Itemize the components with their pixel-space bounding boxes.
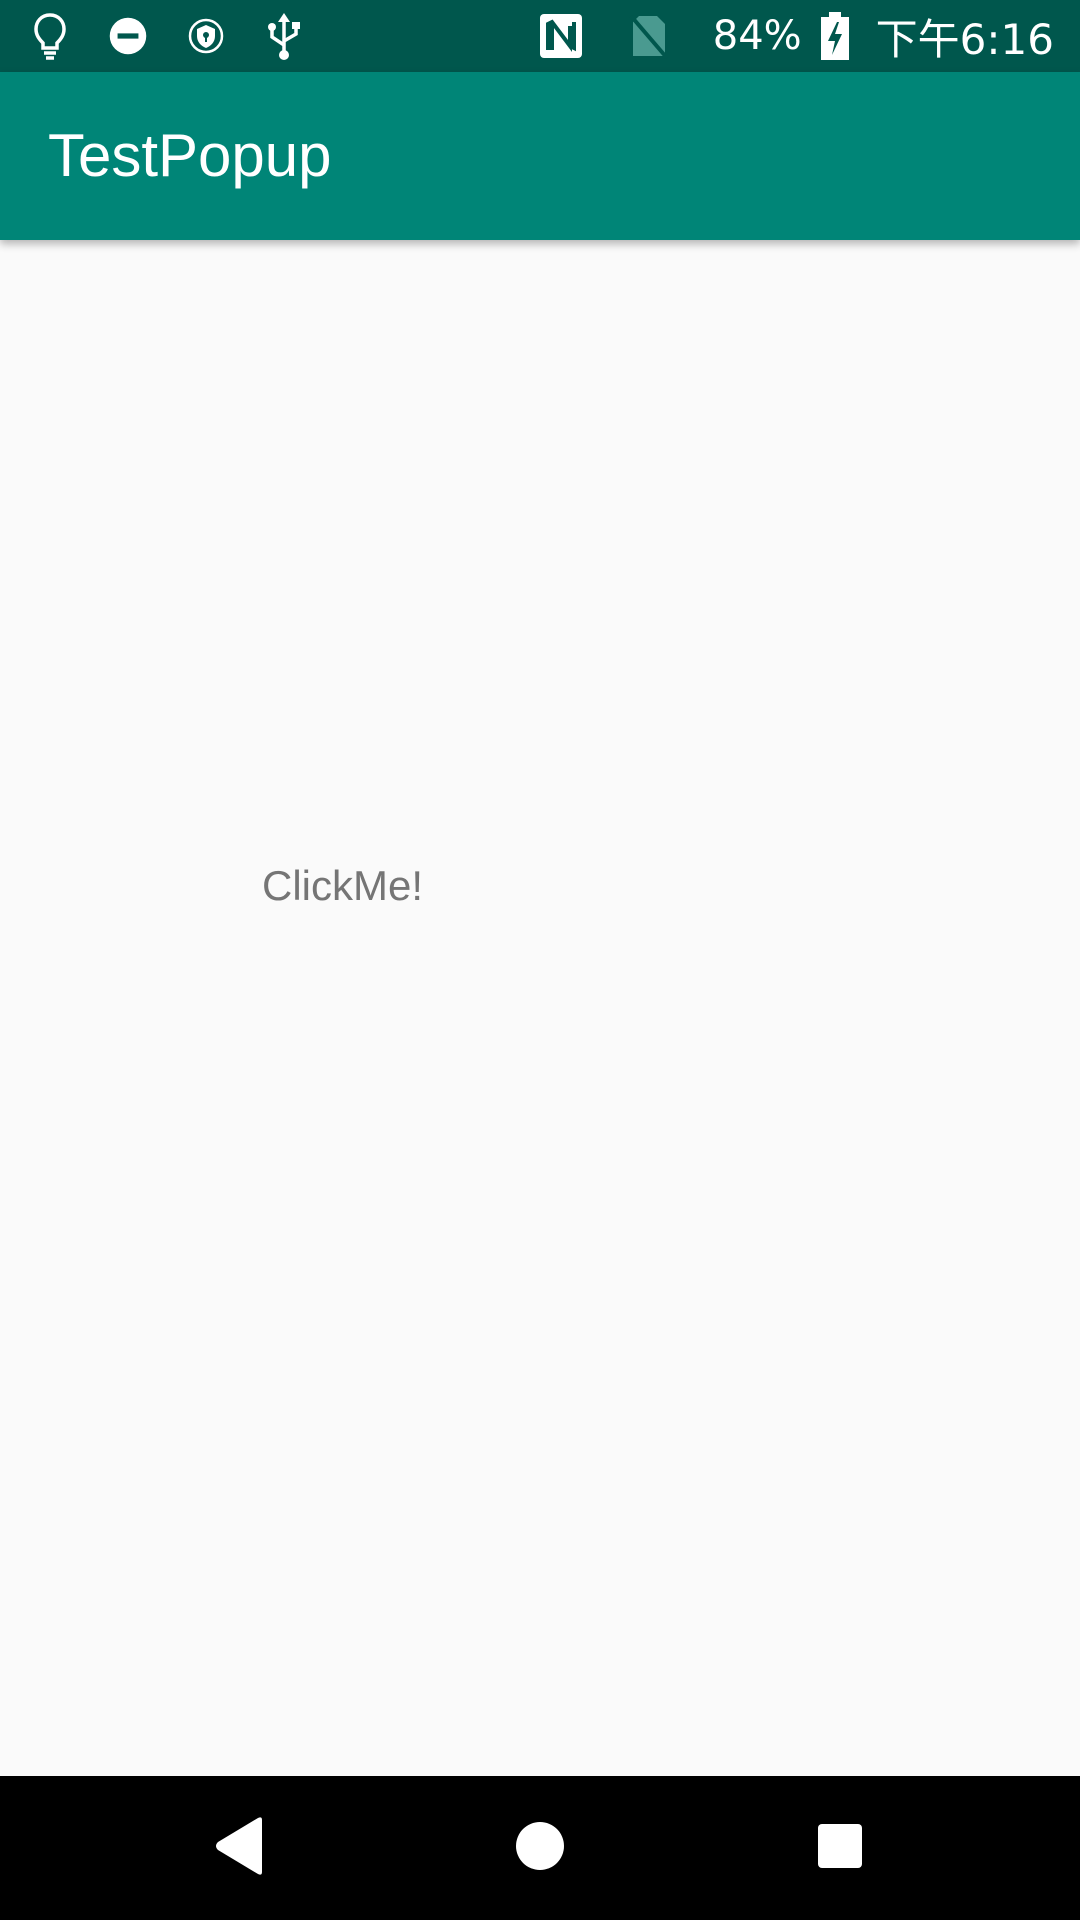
navigation-bar bbox=[0, 1776, 1080, 1920]
vpn-shield-icon bbox=[186, 12, 226, 60]
battery-percent: 84% bbox=[712, 13, 802, 59]
status-bar-clock: 下午6:16 bbox=[875, 14, 1054, 64]
nfc-icon bbox=[537, 12, 585, 60]
lightbulb-icon bbox=[30, 12, 70, 60]
recents-button[interactable] bbox=[760, 1776, 920, 1920]
phone-screen: 84% 下午6:16 TestPopup ClickMe! bbox=[0, 0, 1080, 1920]
home-icon bbox=[515, 1821, 565, 1876]
no-sim-icon bbox=[625, 12, 673, 60]
main-content: ClickMe! bbox=[0, 240, 1080, 1776]
usb-icon bbox=[264, 12, 304, 60]
status-bar-notifications bbox=[30, 0, 304, 72]
app-title: TestPopup bbox=[48, 122, 332, 189]
back-button[interactable] bbox=[160, 1776, 320, 1920]
recents-icon bbox=[817, 1823, 863, 1874]
do-not-disturb-icon bbox=[108, 12, 148, 60]
back-icon bbox=[212, 1816, 268, 1881]
status-bar: 84% 下午6:16 bbox=[0, 0, 1080, 72]
status-bar-system: 84% 下午6:16 bbox=[537, 0, 1054, 72]
home-button[interactable] bbox=[460, 1776, 620, 1920]
battery-charging-icon bbox=[820, 12, 850, 60]
click-me-text-button[interactable]: ClickMe! bbox=[262, 862, 423, 910]
app-bar: TestPopup bbox=[0, 72, 1080, 240]
